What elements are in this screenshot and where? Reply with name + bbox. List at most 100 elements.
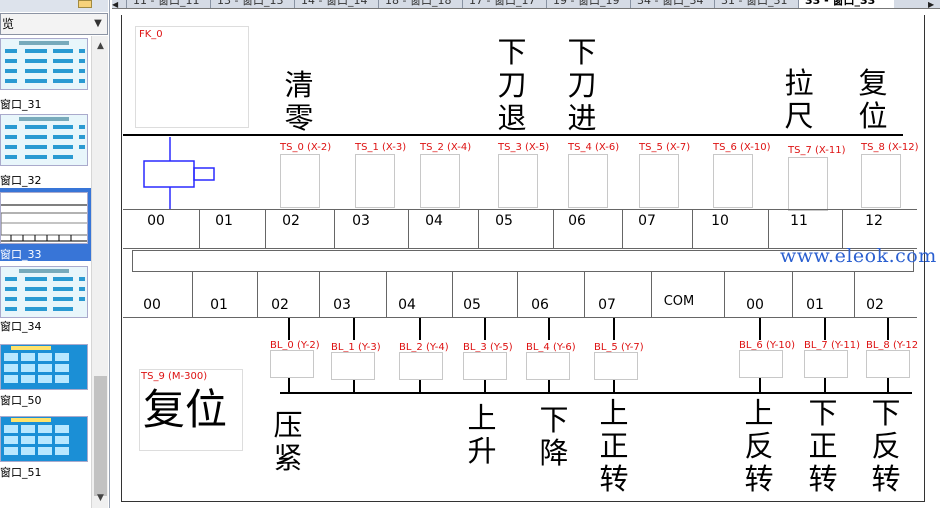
input-terminal-02: 02 xyxy=(282,213,300,229)
lamp-indicator-bl3 xyxy=(463,352,507,380)
terminal-divider xyxy=(724,272,725,318)
switch-label-ts1: TS_1 (X-3) xyxy=(355,142,407,153)
tab-window-18[interactable]: 18 - 窗口_18 xyxy=(378,0,462,8)
switch-label-ts3: TS_3 (X-5) xyxy=(498,142,550,153)
thumbnail-image xyxy=(0,266,88,318)
tab-window-33[interactable]: 33 - 窗口_33 xyxy=(798,0,894,8)
output-wire xyxy=(759,318,761,340)
tab-window-31[interactable]: 31 - 窗口_31 xyxy=(714,0,798,8)
switch-label-ts2: TS_2 (X-4) xyxy=(420,142,472,153)
switch-button-ts8[interactable] xyxy=(861,154,901,208)
preview-scrollbar[interactable]: ▲ ▼ xyxy=(91,36,108,508)
switch-button-ts6[interactable] xyxy=(713,154,753,208)
input-terminal-04: 04 xyxy=(425,213,443,229)
output-terminal-02b: 02 xyxy=(866,297,884,313)
terminal-divider xyxy=(265,209,266,249)
output-terminal-05: 05 xyxy=(463,297,481,313)
terminal-divider xyxy=(768,209,769,249)
output-terminal-02: 02 xyxy=(271,297,289,313)
input-terminal-06: 06 xyxy=(568,213,586,229)
output-wire xyxy=(419,318,421,340)
switch-label-ts6: TS_6 (X-10) xyxy=(713,142,771,153)
switch-button-ts2[interactable] xyxy=(420,154,460,208)
input-terminal-10: 10 xyxy=(711,213,729,229)
switch-button-ts0[interactable] xyxy=(280,154,320,208)
input-terminal-07: 07 xyxy=(638,213,656,229)
terminal-divider xyxy=(192,272,193,318)
switch-label-ts4: TS_4 (X-6) xyxy=(568,142,620,153)
thumbnail-label: 窗口_33 xyxy=(0,248,42,261)
function-key-box[interactable] xyxy=(135,26,249,128)
input-terminal-11: 11 xyxy=(790,213,808,229)
tab-window-14[interactable]: 14 - 窗口_14 xyxy=(294,0,378,8)
tab-window-17[interactable]: 17 - 窗口_17 xyxy=(462,0,546,8)
terminal-divider xyxy=(478,209,479,249)
switch-label-ts8: TS_8 (X-12) xyxy=(861,142,919,153)
thumbnail-image xyxy=(0,114,88,166)
title-knife-forward: 下刀进 xyxy=(567,35,597,135)
screen-canvas: FK_0 清零 下刀退 下刀进 拉尺 复位 TS_0 (X-2) TS_1 (X… xyxy=(112,9,940,508)
terminal-divider xyxy=(842,209,843,249)
bus-wire xyxy=(288,378,290,392)
panel-top-strip xyxy=(0,0,108,12)
thumbnail-item-window-31[interactable]: 窗口_31 xyxy=(0,38,91,111)
lamp-indicator-bl5 xyxy=(594,352,638,380)
switch-button-ts5[interactable] xyxy=(639,154,679,208)
bottom-bus-line xyxy=(280,392,912,394)
terminal-divider xyxy=(386,272,387,318)
top-bus-line xyxy=(123,134,903,136)
output-wire xyxy=(887,318,889,340)
output-terminal-00b: 00 xyxy=(746,297,764,313)
thumbnail-item-window-34[interactable]: 窗口_34 xyxy=(0,264,91,337)
preview-panel-title: 览 xyxy=(2,17,15,31)
title-clear: 清零 xyxy=(284,68,314,135)
preview-panel-header[interactable]: 览 ▼ xyxy=(0,13,108,35)
output-wire xyxy=(484,318,486,340)
scroll-up-icon[interactable]: ▲ xyxy=(92,38,109,54)
tab-window-13[interactable]: 13 - 窗口_13 xyxy=(210,0,294,8)
switch-button-ts7[interactable] xyxy=(788,157,828,211)
title-reset-top: 复位 xyxy=(858,66,888,133)
reset-button-text: 复位 xyxy=(143,385,228,434)
title-lower-reverse: 下反转 xyxy=(871,396,901,496)
switch-label-ts7: TS_7 (X-11) xyxy=(788,145,846,156)
tab-window-19[interactable]: 19 - 窗口_19 xyxy=(546,0,630,8)
lamp-indicator-bl8 xyxy=(866,350,910,378)
switch-button-ts3[interactable] xyxy=(498,154,538,208)
thumbnail-label: 窗口_51 xyxy=(0,466,42,479)
output-terminal-00: 00 xyxy=(143,297,161,313)
scroll-down-icon[interactable]: ▼ xyxy=(92,490,109,506)
terminal-divider xyxy=(553,209,554,249)
thumbnail-item-window-51[interactable]: 窗口_51 xyxy=(0,412,91,485)
thumbnail-item-window-50[interactable]: 窗口_50 xyxy=(0,340,91,413)
tab-window-34[interactable]: 34 - 窗口_34 xyxy=(630,0,714,8)
switch-label-ts5: TS_5 (X-7) xyxy=(639,142,691,153)
input-terminal-01: 01 xyxy=(215,213,233,229)
output-terminal-com: COM xyxy=(663,294,695,309)
lamp-indicator-bl0 xyxy=(270,350,314,378)
tab-window-11[interactable]: 11 - 窗口_11 xyxy=(126,0,210,8)
title-pull-ruler: 拉尺 xyxy=(784,66,814,133)
thumbnail-image xyxy=(0,192,88,244)
tab-scroll-left-icon[interactable]: ◀ xyxy=(112,0,122,8)
function-key-label: FK_0 xyxy=(139,29,163,40)
title-upper-forward: 上正转 xyxy=(599,396,629,496)
output-wire xyxy=(288,318,290,340)
tab-scroll-right-icon[interactable]: ▶ xyxy=(928,0,938,8)
thumbnail-item-window-32[interactable]: 窗口_32 xyxy=(0,114,91,187)
terminal-divider xyxy=(584,272,585,318)
output-terminal-07: 07 xyxy=(598,297,616,313)
chevron-down-icon[interactable]: ▼ xyxy=(89,14,107,34)
switch-button-ts4[interactable] xyxy=(568,154,608,208)
title-knife-back: 下刀退 xyxy=(497,35,527,135)
scrollbar-thumb[interactable] xyxy=(94,376,107,496)
thumbnail-label: 窗口_32 xyxy=(0,174,42,187)
switch-button-ts1[interactable] xyxy=(355,154,395,208)
thumbnail-item-window-33[interactable]: 窗口_33 xyxy=(0,188,91,261)
terminal-divider xyxy=(517,272,518,318)
lamp-indicator-bl1 xyxy=(331,352,375,380)
bus-wire xyxy=(759,378,761,392)
thumbnail-image xyxy=(0,344,88,390)
input-terminal-05: 05 xyxy=(495,213,513,229)
terminal-divider xyxy=(257,272,258,318)
